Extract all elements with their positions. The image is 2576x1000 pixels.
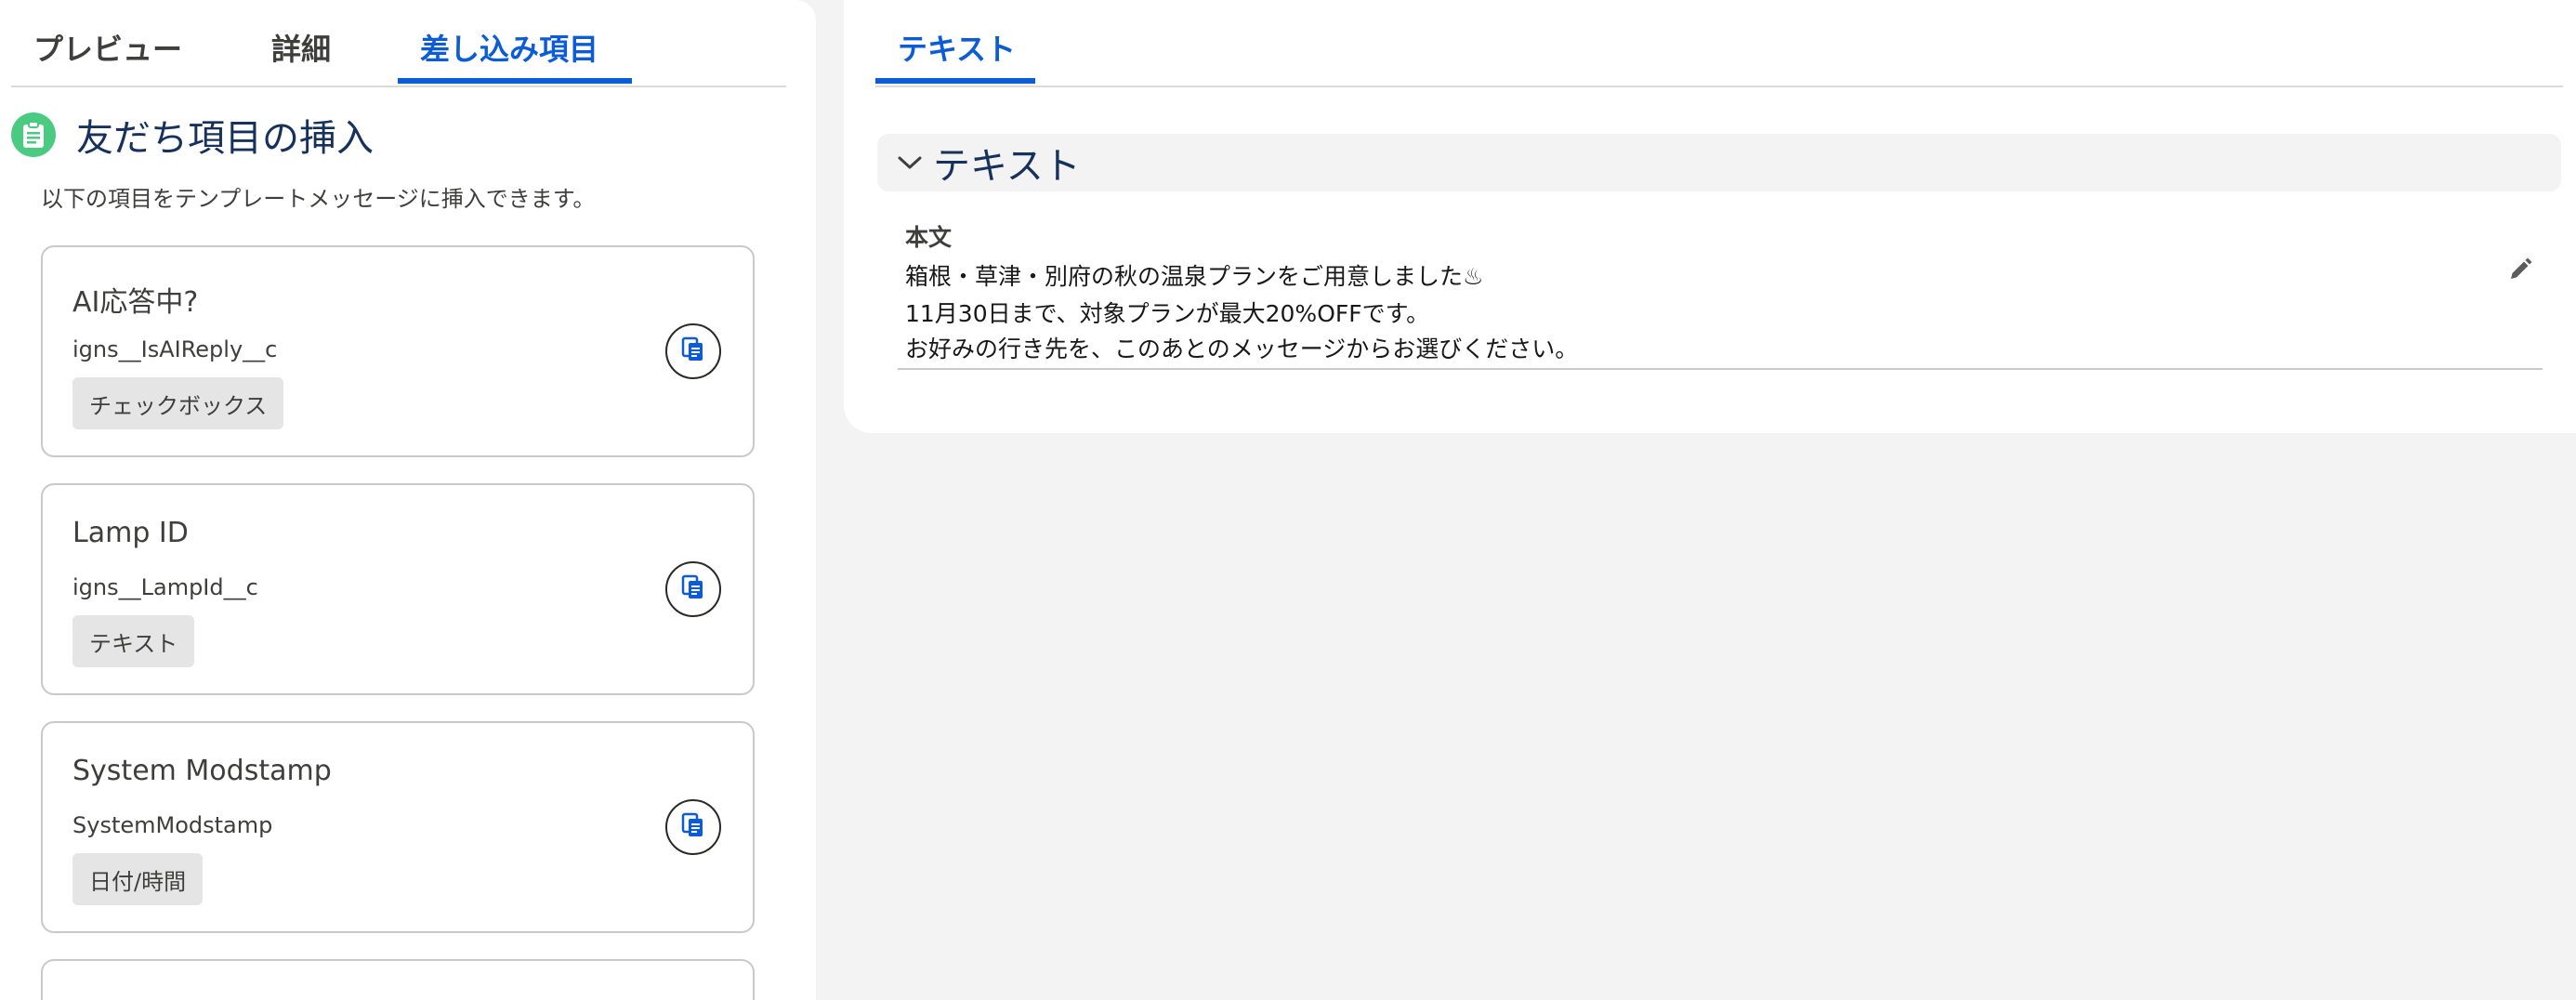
tab-text[interactable]: テキスト [898, 26, 1016, 69]
active-tab-indicator [875, 78, 1035, 84]
copy-button[interactable] [665, 323, 721, 379]
active-tab-indicator [398, 78, 632, 84]
text-accordion-header[interactable]: テキスト [877, 134, 2561, 191]
tab-details[interactable]: 詳細 [271, 26, 331, 69]
copy-button[interactable] [665, 561, 721, 617]
pencil-icon [2507, 257, 2533, 286]
right-panel: テキスト テキスト 本文 箱根・草津・別府の秋の温泉プランをご用意しました♨ 1… [844, 0, 2576, 433]
field-title: System Modstamp [72, 755, 332, 787]
merge-field-card: System Modstamp SystemModstamp 日付/時間 [41, 721, 755, 933]
field-type-badge: 日付/時間 [72, 853, 204, 905]
section-header: 友だち項目の挿入 [11, 108, 374, 162]
right-tab-bar: テキスト [875, 0, 2563, 87]
field-api-name: SystemModstamp [72, 812, 273, 838]
accordion-title: テキスト [933, 145, 1081, 188]
clipboard-icon [11, 112, 56, 157]
field-title: Lamp ID [72, 517, 189, 549]
section-description: 以下の項目をテンプレートメッセージに挿入できます。 [41, 186, 596, 212]
chevron-down-icon [894, 147, 926, 178]
body-text-line: 箱根・草津・別府の秋の温泉プランをご用意しました♨ [905, 263, 1484, 290]
body-label: 本文 [905, 224, 953, 251]
merge-field-card: AI応答中? igns__IsAIReply__c チェックボックス [41, 245, 755, 457]
tab-merge-fields[interactable]: 差し込み項目 [420, 26, 598, 69]
field-api-name: igns__IsAIReply__c [72, 336, 278, 362]
section-title: 友だち項目の挿入 [76, 117, 374, 160]
tab-preview[interactable]: プレビュー [33, 26, 182, 69]
merge-field-card-partial [41, 959, 755, 1000]
left-panel: プレビュー 詳細 差し込み項目 友だち項目の挿入 以下の項目をテンプレートメッセ… [0, 0, 816, 1000]
body-text-line: お好みの行き先を、このあとのメッセージからお選びください。 [905, 336, 1579, 362]
edit-button[interactable] [2504, 255, 2537, 288]
body-text-line: 11月30日まで、対象プランが最大20%OFFです。 [905, 300, 1430, 327]
field-title: AI応答中? [72, 286, 199, 319]
merge-field-card: Lamp ID igns__LampId__c テキスト [41, 483, 755, 695]
copy-icon [681, 812, 705, 842]
copy-icon [681, 336, 705, 366]
field-type-badge: テキスト [72, 615, 195, 667]
left-tab-bar: プレビュー 詳細 差し込み項目 [11, 0, 786, 87]
field-type-badge: チェックボックス [72, 377, 284, 429]
copy-button[interactable] [665, 799, 721, 855]
body-field: 本文 箱根・草津・別府の秋の温泉プランをご用意しました♨ 11月30日まで、対象… [898, 216, 2543, 370]
field-api-name: igns__LampId__c [72, 574, 258, 600]
copy-icon [681, 574, 705, 604]
